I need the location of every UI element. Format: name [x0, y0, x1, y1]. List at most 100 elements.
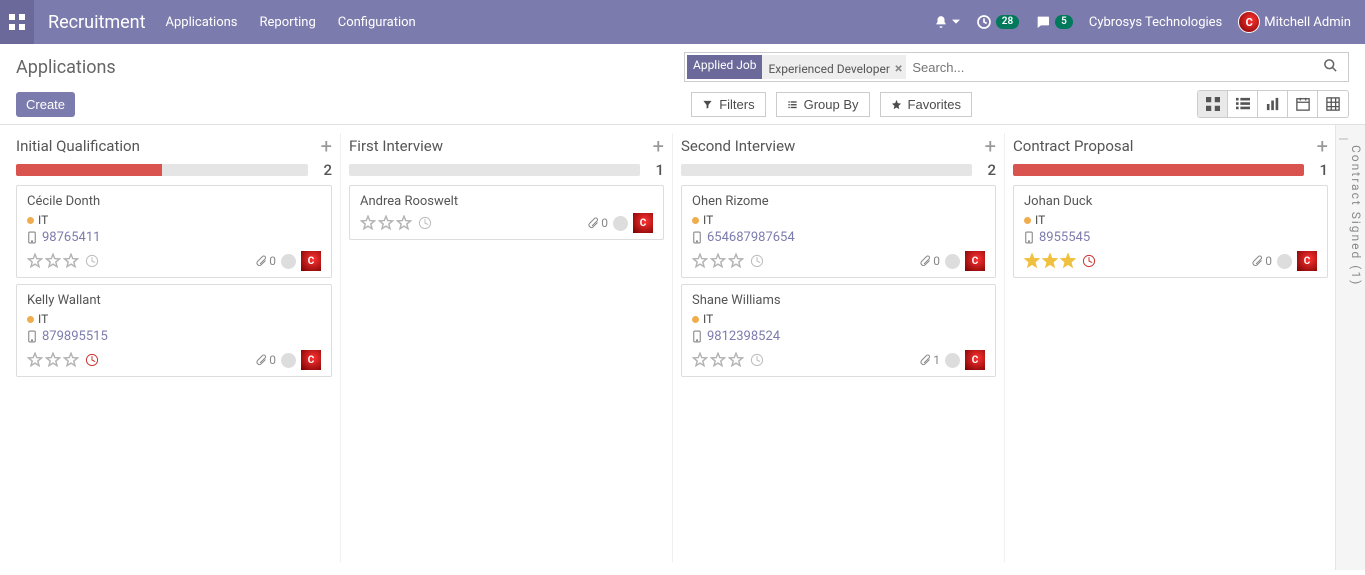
filters-button[interactable]: Filters: [691, 92, 765, 117]
menu-reporting[interactable]: Reporting: [260, 15, 316, 30]
column-title: Second Interview: [681, 137, 795, 155]
priority-stars[interactable]: [360, 215, 432, 231]
card-name: Kelly Wallant: [27, 293, 321, 308]
collapsed-column[interactable]: — Contract Signed (1): [1335, 125, 1365, 570]
attachment-count[interactable]: 0: [1251, 254, 1272, 268]
kanban-card[interactable]: Johan DuckIT8955545 0 C: [1013, 185, 1328, 278]
assignee-avatar[interactable]: C: [301, 350, 321, 370]
pivot-view-icon: [1326, 97, 1340, 111]
assignee-avatar[interactable]: C: [633, 213, 653, 233]
tag-dot-icon: [692, 217, 699, 224]
card-tag: IT: [27, 312, 321, 326]
activity-indicator[interactable]: [945, 254, 960, 269]
assignee-avatar[interactable]: C: [301, 251, 321, 271]
phone-link[interactable]: 879895515: [42, 329, 108, 344]
kanban-card[interactable]: Ohen RizomeIT654687987654 0 C: [681, 185, 996, 278]
star-icon: [891, 99, 902, 110]
discuss-badge: 5: [1055, 15, 1073, 29]
column-add-button[interactable]: +: [1317, 139, 1328, 153]
kanban-view-icon: [1206, 97, 1220, 111]
card-phone: 98765411: [27, 230, 321, 245]
topbar: Recruitment Applications Reporting Confi…: [0, 0, 1365, 44]
kanban-card[interactable]: Andrea Rooswelt 0 C: [349, 185, 664, 240]
clock-icon: [976, 14, 992, 30]
company-switcher[interactable]: Cybrosys Technologies: [1089, 15, 1222, 30]
search-box[interactable]: Applied Job Experienced Developer ×: [684, 52, 1349, 82]
card-name: Johan Duck: [1024, 194, 1317, 209]
search-facet[interactable]: Applied Job Experienced Developer ×: [687, 55, 906, 79]
card-name: Shane Williams: [692, 293, 985, 308]
kanban-card[interactable]: Kelly Wallant IT 879895515 0 C: [16, 284, 332, 377]
activity-indicator[interactable]: [945, 353, 960, 368]
activity-indicator[interactable]: [281, 353, 296, 368]
kanban-card[interactable]: Cécile DonthIT98765411 0 C: [16, 185, 332, 278]
calendar-view-icon: [1296, 97, 1310, 111]
groupby-button[interactable]: Group By: [776, 92, 870, 117]
pivot-view-button[interactable]: [1318, 91, 1348, 117]
user-avatar-icon: C: [1238, 11, 1260, 33]
app-brand[interactable]: Recruitment: [34, 12, 166, 33]
assignee-avatar[interactable]: C: [965, 350, 985, 370]
column-add-button[interactable]: +: [321, 139, 332, 153]
favorites-button[interactable]: Favorites: [880, 92, 972, 117]
tag-dot-icon: [27, 217, 34, 224]
graph-view-button[interactable]: [1258, 91, 1288, 117]
apps-launcher-button[interactable]: [0, 0, 34, 44]
activity-button[interactable]: 28: [976, 14, 1019, 30]
discuss-button[interactable]: 5: [1035, 14, 1073, 30]
phone-link[interactable]: 9812398524: [707, 329, 780, 344]
priority-stars[interactable]: [27, 352, 99, 368]
phone-link[interactable]: 98765411: [42, 230, 100, 245]
list-view-button[interactable]: [1228, 91, 1258, 117]
kanban-column: Initial Qualification + 2Cécile DonthIT9…: [8, 133, 340, 562]
activity-indicator[interactable]: [281, 254, 296, 269]
attachment-count[interactable]: 0: [255, 254, 276, 268]
activity-indicator[interactable]: [613, 216, 628, 231]
calendar-view-button[interactable]: [1288, 91, 1318, 117]
column-progress-bar[interactable]: [16, 164, 308, 176]
column-title: Initial Qualification: [16, 137, 140, 155]
column-progress-bar[interactable]: [349, 164, 640, 176]
priority-stars[interactable]: [692, 352, 764, 368]
phone-link[interactable]: 654687987654: [707, 230, 795, 245]
facet-remove-icon[interactable]: ×: [895, 63, 902, 75]
tag-dot-icon: [27, 316, 34, 323]
column-add-button[interactable]: +: [653, 139, 664, 153]
column-progress-bar[interactable]: [1013, 164, 1304, 176]
kanban-view-button[interactable]: [1198, 91, 1228, 117]
priority-stars[interactable]: [692, 253, 764, 269]
search-icon[interactable]: [1313, 58, 1348, 77]
card-phone: 8955545: [1024, 230, 1317, 245]
attachment-count[interactable]: 0: [587, 216, 608, 230]
column-count: 1: [1314, 161, 1328, 179]
create-button[interactable]: Create: [16, 92, 75, 117]
card-name: Ohen Rizome: [692, 194, 985, 209]
search-input[interactable]: [906, 54, 1313, 80]
menu-configuration[interactable]: Configuration: [338, 15, 416, 30]
activity-indicator[interactable]: [1277, 254, 1292, 269]
kanban-column: First Interview + 1Andrea Rooswelt 0 C: [340, 133, 672, 562]
attachment-count[interactable]: 0: [919, 254, 940, 268]
priority-stars[interactable]: [27, 253, 99, 269]
column-count: 1: [650, 161, 664, 179]
phone-link[interactable]: 8955545: [1039, 230, 1090, 245]
column-progress-bar[interactable]: [681, 164, 972, 176]
view-switcher: [1197, 90, 1349, 118]
card-phone: 654687987654: [692, 230, 985, 245]
list-icon: [787, 99, 798, 110]
attachment-count[interactable]: 0: [255, 353, 276, 367]
notifications-button[interactable]: [934, 15, 960, 29]
priority-stars[interactable]: [1024, 253, 1096, 269]
attachment-count[interactable]: 1: [919, 353, 940, 367]
chat-icon: [1035, 14, 1051, 30]
groupby-label: Group By: [804, 97, 859, 112]
user-menu[interactable]: C Mitchell Admin: [1238, 11, 1351, 33]
funnel-icon: [702, 99, 713, 110]
column-add-button[interactable]: +: [985, 139, 996, 153]
menu-applications[interactable]: Applications: [166, 15, 238, 30]
assignee-avatar[interactable]: C: [1297, 251, 1317, 271]
assignee-avatar[interactable]: C: [965, 251, 985, 271]
favorites-label: Favorites: [908, 97, 961, 112]
card-name: Cécile Donth: [27, 194, 321, 209]
kanban-card[interactable]: Shane WilliamsIT9812398524 1 C: [681, 284, 996, 377]
